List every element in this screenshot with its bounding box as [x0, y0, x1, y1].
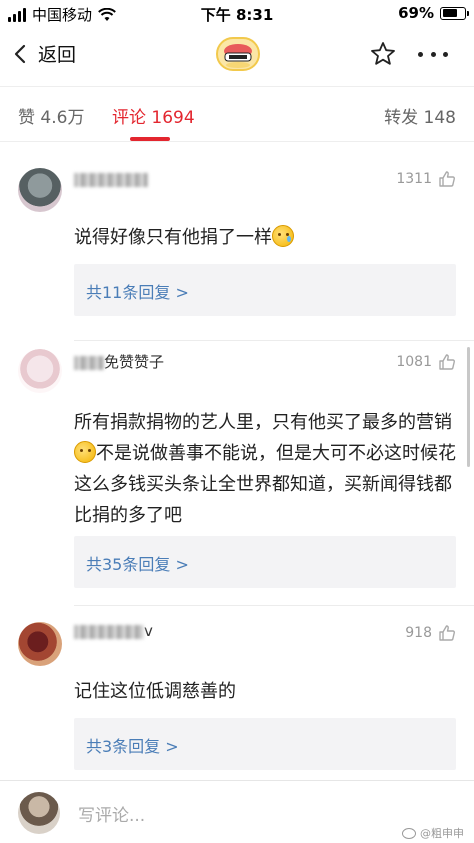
active-tab-indicator	[130, 137, 170, 141]
tab-comments[interactable]: 评论 1694	[112, 103, 195, 128]
signal-icon	[8, 7, 26, 22]
back-label: 返回	[38, 44, 77, 66]
comment-text-body-continued: 不是说做善事不能说，但是大可不必这时候花这么多钱买头条让全世界都知道，买新闻得钱…	[74, 443, 456, 526]
comment-text-body: 说得好像只有他捐了一样	[74, 227, 272, 248]
commenter-name-text: v	[144, 622, 153, 640]
replies-button[interactable]: 共35条回复 >	[74, 536, 456, 588]
battery-icon	[440, 6, 469, 20]
tear-face-emoji-icon	[272, 225, 294, 247]
watermark: @粗申申	[402, 825, 464, 841]
replies-label: 共11条回复 >	[86, 283, 189, 302]
battery-fill	[442, 9, 457, 17]
status-bar: 中国移动 下午 8:31 69%	[0, 0, 474, 26]
more-options-button[interactable]	[418, 41, 448, 67]
like-count: 918	[405, 625, 432, 641]
wifi-icon	[98, 7, 116, 21]
divider	[74, 605, 474, 606]
bottom-comment-bar: 写评论... @粗申申	[0, 780, 474, 843]
replies-label: 共3条回复 >	[86, 737, 179, 756]
like-button[interactable]: 1081	[396, 353, 456, 371]
comment-text-body: 所有捐款捐物的艺人里，只有他买了最多的营销	[74, 412, 452, 433]
weibo-logo-icon	[402, 827, 416, 839]
battery-percent: 69%	[398, 4, 434, 22]
thumbs-up-icon	[439, 354, 455, 370]
more-dot-icon	[443, 51, 448, 57]
comment-text: 所有捐款捐物的艺人里，只有他买了最多的营销不是说做善事不能说，但是大可不必这时候…	[74, 407, 458, 531]
status-left: 中国移动	[8, 4, 116, 25]
chevron-left-icon	[14, 44, 26, 63]
thumbs-up-icon	[439, 625, 455, 641]
thinking-face-emoji-icon	[74, 441, 96, 463]
cartoon-avatar-icon	[224, 44, 252, 68]
replies-button[interactable]: 共11条回复 >	[74, 264, 456, 316]
tab-reposts[interactable]: 转发 148	[384, 103, 456, 128]
my-avatar[interactable]	[18, 792, 60, 834]
tab-bar: 赞 4.6万 评论 1694 转发 148	[0, 86, 474, 142]
replies-button[interactable]: 共3条回复 >	[74, 718, 456, 770]
more-dot-icon	[430, 51, 436, 57]
commenter-name[interactable]	[74, 170, 148, 188]
comment-text: 说得好像只有他捐了一样	[74, 222, 458, 253]
commenter-avatar[interactable]	[18, 168, 62, 212]
status-right: 69%	[398, 4, 469, 22]
like-count: 1311	[396, 171, 432, 187]
commenter-avatar[interactable]	[18, 622, 62, 666]
back-button[interactable]: 返回	[14, 40, 76, 67]
author-avatar[interactable]	[216, 37, 260, 71]
like-count: 1081	[396, 354, 432, 370]
comment-text-body: 记住这位低调慈善的	[74, 681, 236, 702]
tab-likes[interactable]: 赞 4.6万	[18, 103, 84, 128]
replies-label: 共35条回复 >	[86, 555, 189, 574]
watermark-text: @粗申申	[420, 827, 464, 840]
divider	[74, 340, 474, 341]
commenter-avatar[interactable]	[18, 349, 62, 393]
commenter-name[interactable]: 免赞赞子	[74, 351, 164, 372]
comment-text: 记住这位低调慈善的	[74, 676, 458, 707]
scrollbar[interactable]	[467, 347, 470, 467]
like-button[interactable]: 918	[405, 624, 456, 642]
favorite-star-icon[interactable]	[370, 41, 396, 67]
thumbs-up-icon	[439, 171, 455, 187]
more-dot-icon	[418, 51, 423, 57]
carrier-label: 中国移动	[32, 6, 93, 24]
nav-bar: 返回	[0, 26, 474, 82]
commenter-name[interactable]: v	[74, 622, 153, 640]
commenter-name-text: 免赞赞子	[104, 353, 165, 371]
comment-input[interactable]: 写评论...	[78, 801, 145, 826]
like-button[interactable]: 1311	[396, 170, 456, 188]
